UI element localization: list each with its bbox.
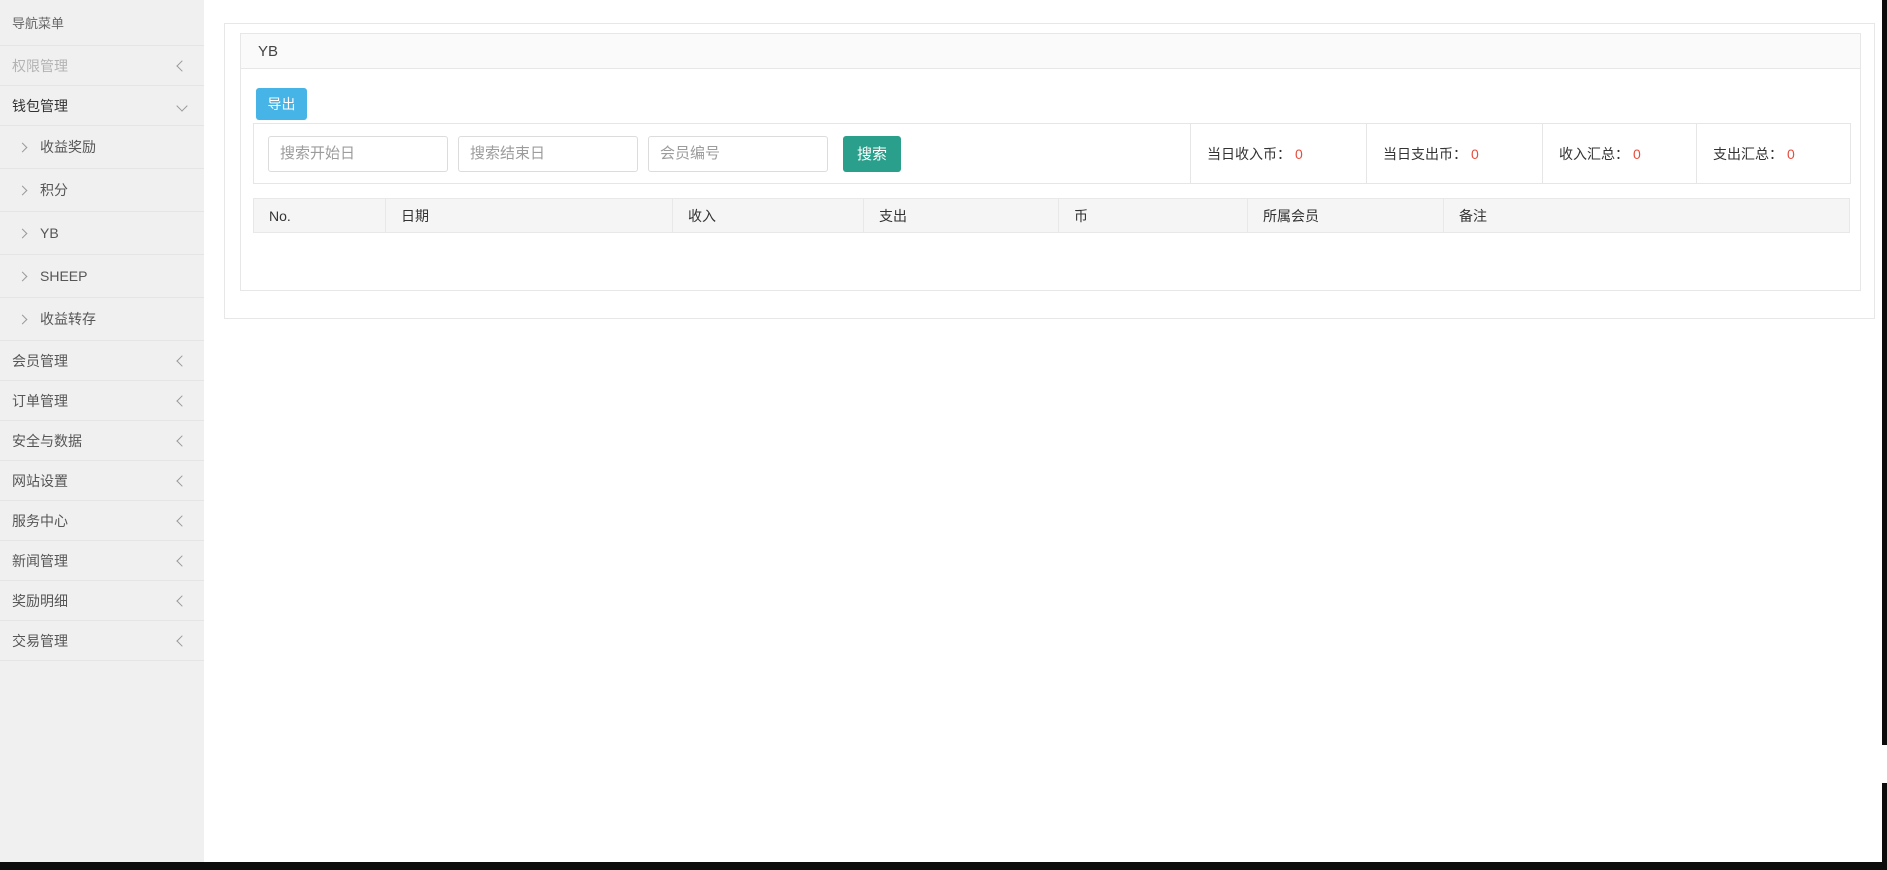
bottom-edge-bar — [0, 862, 1887, 870]
search-button[interactable]: 搜索 — [843, 136, 901, 172]
export-button[interactable]: 导出 — [256, 88, 307, 120]
sidebar-item-points[interactable]: 积分 — [0, 169, 204, 212]
sidebar-item-wallet[interactable]: 钱包管理 — [0, 86, 204, 126]
sidebar-item-reward-detail[interactable]: 奖励明细 — [0, 581, 204, 621]
column-date: 日期 — [386, 199, 673, 233]
column-coin: 币 — [1059, 199, 1248, 233]
chevron-left-icon — [176, 395, 187, 406]
page-title: YB — [258, 43, 278, 60]
sidebar-item-yb[interactable]: YB — [0, 212, 204, 255]
sidebar-item-sheep[interactable]: SHEEP — [0, 255, 204, 298]
stat-label: 当日支出币： — [1383, 144, 1467, 164]
stat-label: 支出汇总： — [1713, 144, 1783, 164]
stat-value: 0 — [1633, 146, 1641, 162]
sidebar-item-income-transfer[interactable]: 收益转存 — [0, 298, 204, 341]
sidebar-item-security-data[interactable]: 安全与数据 — [0, 421, 204, 461]
stat-label: 当日收入币： — [1207, 144, 1291, 164]
column-income: 收入 — [673, 199, 864, 233]
sidebar-item-news[interactable]: 新闻管理 — [0, 541, 204, 581]
start-date-input[interactable] — [268, 136, 448, 172]
chevron-right-icon — [18, 228, 28, 238]
table-header-row: No. 日期 收入 支出 币 所属会员 备注 — [254, 199, 1850, 233]
stat-label: 收入汇总： — [1559, 144, 1629, 164]
chevron-left-icon — [176, 595, 187, 606]
card-header: YB — [241, 34, 1860, 69]
chevron-right-icon — [18, 271, 28, 281]
column-expense: 支出 — [864, 199, 1059, 233]
sidebar-item-members[interactable]: 会员管理 — [0, 341, 204, 381]
sidebar-title: 导航菜单 — [0, 0, 204, 46]
column-remark: 备注 — [1444, 199, 1850, 233]
stat-expense-total: 支出汇总： 0 — [1696, 124, 1850, 183]
column-member: 所属会员 — [1248, 199, 1444, 233]
chevron-left-icon — [176, 555, 187, 566]
sidebar-item-income-reward[interactable]: 收益奖励 — [0, 126, 204, 169]
stat-value: 0 — [1787, 146, 1795, 162]
filter-stats-row: 搜索 当日收入币： 0 当日支出币： 0 收入汇总： 0 支出汇总： 0 — [253, 123, 1851, 184]
sidebar-item-site-settings[interactable]: 网站设置 — [0, 461, 204, 501]
sidebar-item-permissions[interactable]: 权限管理 — [0, 46, 204, 86]
sidebar: 导航菜单 权限管理 钱包管理 收益奖励 积分 YB SHEEP 收益转存 — [0, 0, 204, 862]
scrollbar-track[interactable] — [1882, 0, 1887, 862]
column-no: No. — [254, 199, 386, 233]
chevron-left-icon — [176, 355, 187, 366]
scrollbar-thumb[interactable] — [1882, 745, 1887, 783]
stat-daily-expense: 当日支出币： 0 — [1366, 124, 1542, 183]
stat-income-total: 收入汇总： 0 — [1542, 124, 1696, 183]
sidebar-item-service-center[interactable]: 服务中心 — [0, 501, 204, 541]
search-filters: 搜索 — [254, 124, 1190, 183]
chevron-left-icon — [176, 635, 187, 646]
chevron-left-icon — [176, 515, 187, 526]
sidebar-item-orders[interactable]: 订单管理 — [0, 381, 204, 421]
chevron-down-icon — [176, 100, 187, 111]
stat-value: 0 — [1295, 146, 1303, 162]
chevron-right-icon — [18, 142, 28, 152]
chevron-left-icon — [176, 475, 187, 486]
chevron-left-icon — [176, 435, 187, 446]
sidebar-item-transactions[interactable]: 交易管理 — [0, 621, 204, 661]
stat-daily-income: 当日收入币： 0 — [1190, 124, 1366, 183]
chevron-left-icon — [176, 60, 187, 71]
page: 导航菜单 权限管理 钱包管理 收益奖励 积分 YB SHEEP 收益转存 — [0, 0, 1887, 870]
records-table: No. 日期 收入 支出 币 所属会员 备注 — [253, 198, 1850, 233]
chevron-right-icon — [18, 314, 28, 324]
end-date-input[interactable] — [458, 136, 638, 172]
member-id-input[interactable] — [648, 136, 828, 172]
chevron-right-icon — [18, 185, 28, 195]
stat-value: 0 — [1471, 146, 1479, 162]
